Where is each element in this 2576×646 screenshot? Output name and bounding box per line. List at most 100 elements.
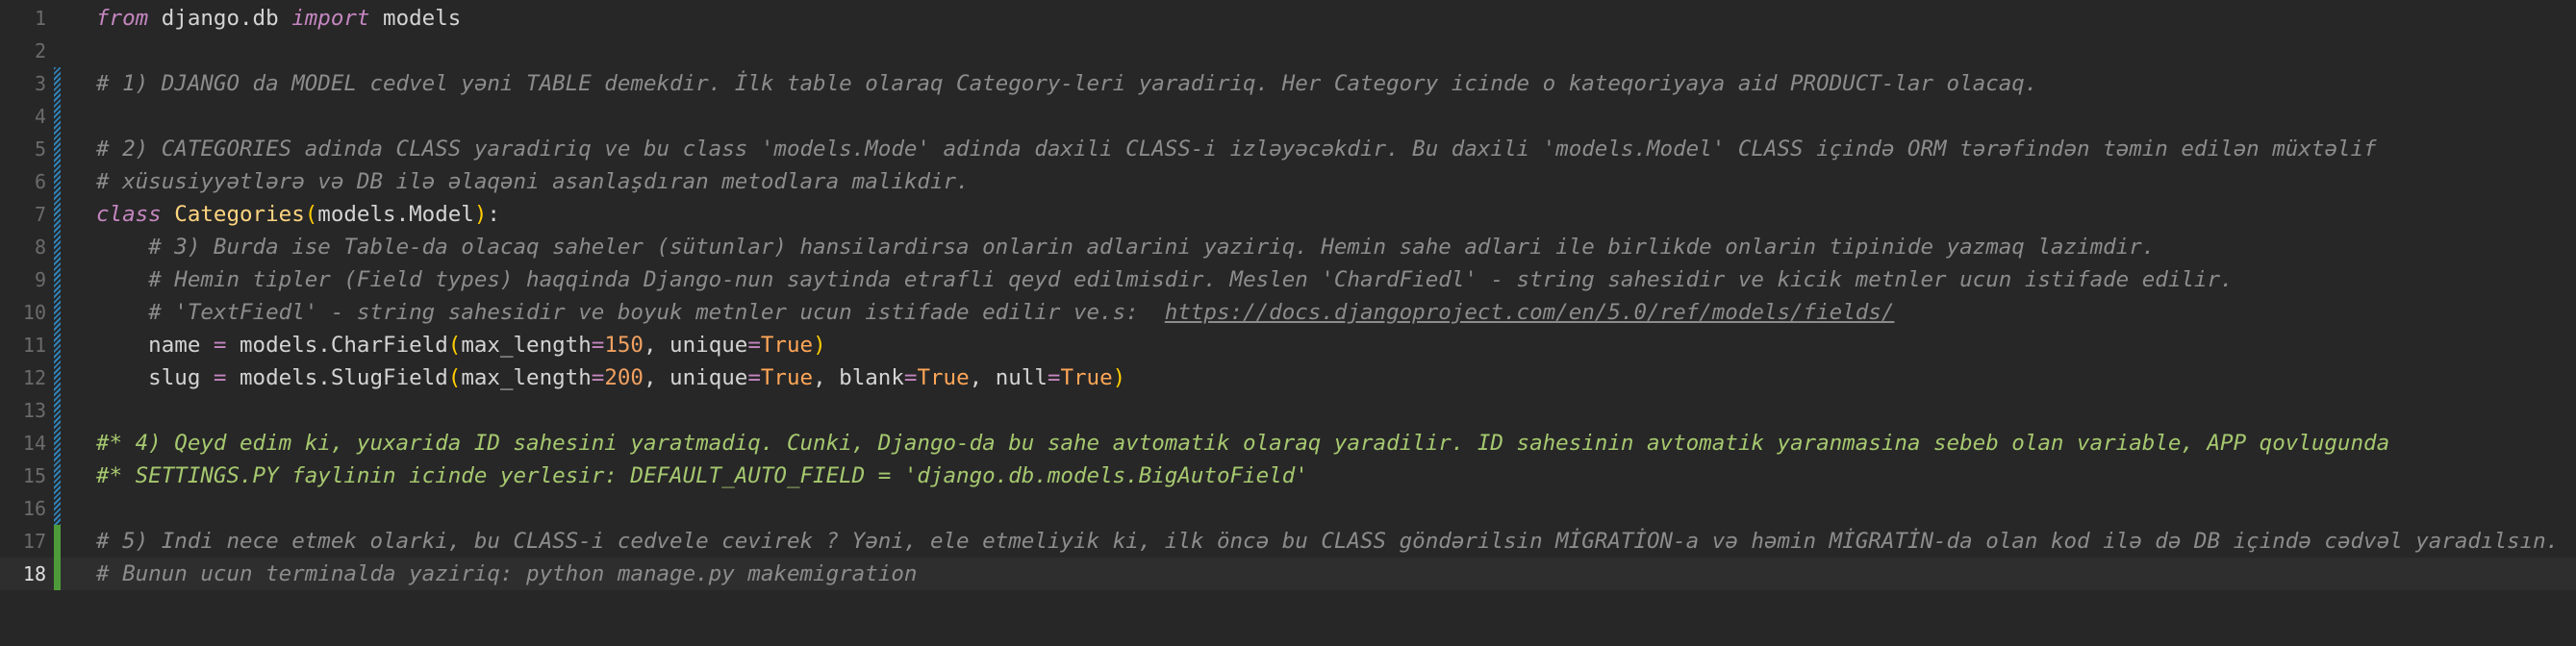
line-number: 8: [34, 236, 46, 259]
code-token: # 2) CATEGORIES adinda CLASS yaradiriq v…: [96, 137, 2377, 162]
code-token: models: [369, 6, 462, 31]
code-line[interactable]: 13: [0, 394, 2576, 427]
code-token: #* SETTINGS.PY faylinin icinde yerlesir:…: [96, 463, 1308, 488]
code-token: # 'TextFiedl' - string sahesidir ve boyu…: [148, 300, 1165, 325]
code-editor[interactable]: 1 from django.db import models 2 3 # 1) DJAN…: [0, 0, 2576, 646]
code-line[interactable]: 11 name = models.CharField(max_length=15…: [0, 329, 2576, 361]
code-line[interactable]: 1 from django.db import models: [0, 2, 2576, 35]
code-text[interactable]: # 5) Indi nece etmek olarki, bu CLASS-i …: [96, 525, 2559, 558]
code-line[interactable]: 17 # 5) Indi nece etmek olarki, bu CLASS-…: [0, 525, 2576, 558]
code-token: (: [447, 365, 462, 390]
git-modified-marker: [54, 329, 61, 361]
code-token: Categories: [174, 202, 305, 227]
code-text[interactable]: slug = models.SlugField(max_length=200, …: [96, 361, 1125, 394]
git-modified-marker: [54, 231, 61, 263]
line-number: 13: [22, 399, 46, 422]
line-number: 17: [22, 530, 46, 553]
line-number: 5: [34, 137, 46, 161]
code-line[interactable]: 9 # Hemin tipler (Field types) haqqinda …: [0, 263, 2576, 296]
code-token: # 1) DJANGO da MODEL cedvel yəni TABLE d…: [96, 71, 2038, 96]
code-token: =: [1047, 365, 1061, 390]
code-text[interactable]: from django.db import models: [96, 2, 461, 35]
code-text[interactable]: # Bunun ucun terminalda yaziriq: python …: [96, 558, 917, 590]
code-token: models.CharField: [226, 333, 448, 358]
line-number: 10: [22, 301, 46, 324]
code-line[interactable]: 4: [0, 100, 2576, 133]
code-token: # xüsusiyyətlərə və DB ilə əlaqəni asanl…: [96, 169, 970, 194]
code-line[interactable]: 6 # xüsusiyyətlərə və DB ilə əlaqəni asan…: [0, 165, 2576, 198]
code-text[interactable]: # 2) CATEGORIES adinda CLASS yaradiriq v…: [96, 133, 2377, 165]
code-token: django.db: [148, 6, 292, 31]
git-modified-marker: [54, 100, 61, 133]
line-number: 9: [34, 268, 46, 291]
code-token: 150: [604, 333, 644, 358]
code-text[interactable]: # 3) Burda ise Table-da olacaq saheler (…: [96, 231, 2155, 263]
code-text[interactable]: # Hemin tipler (Field types) haqqinda Dj…: [96, 263, 2234, 296]
line-number: 7: [34, 203, 46, 226]
code-token: class: [96, 202, 162, 227]
git-modified-marker: [54, 165, 61, 198]
code-text[interactable]: # xüsusiyyətlərə və DB ilə əlaqəni asanl…: [96, 165, 970, 198]
line-number: 18: [22, 562, 46, 585]
git-modified-marker: [54, 133, 61, 165]
code-line[interactable]: 7 class Categories(models.Model):: [0, 198, 2576, 231]
git-added-marker: [54, 558, 61, 590]
code-token: models.SlugField: [226, 365, 448, 390]
code-token: import: [291, 6, 370, 31]
code-line[interactable]: 15 #* SETTINGS.PY faylinin icinde yerlesi…: [0, 460, 2576, 492]
code-token: :: [487, 202, 500, 227]
code-token: (: [447, 333, 462, 358]
code-line[interactable]: 8 # 3) Burda ise Table-da olacaq saheler…: [0, 231, 2576, 263]
line-number: 15: [22, 464, 46, 487]
line-number: 14: [22, 432, 46, 455]
line-number: 3: [34, 72, 46, 95]
code-text[interactable]: class Categories(models.Model):: [96, 198, 500, 231]
code-line[interactable]: 16: [0, 492, 2576, 525]
code-text[interactable]: # 1) DJANGO da MODEL cedvel yəni TABLE d…: [96, 67, 2037, 100]
code-token: =: [903, 365, 918, 390]
git-modified-marker: [54, 394, 61, 427]
git-modified-marker: [54, 427, 61, 460]
line-number: 6: [34, 170, 46, 193]
code-token: =: [591, 333, 605, 358]
git-modified-marker: [54, 296, 61, 329]
code-token: , unique: [643, 365, 748, 390]
code-token: , blank: [813, 365, 904, 390]
code-text[interactable]: #* 4) Qeyd edim ki, yuxarida ID sahesini…: [96, 427, 2389, 460]
code-token: True: [760, 365, 814, 390]
code-token: =: [747, 333, 761, 358]
code-token: , unique: [643, 333, 748, 358]
code-text[interactable]: #* SETTINGS.PY faylinin icinde yerlesir:…: [96, 460, 1308, 492]
code-token: # Hemin tipler (Field types) haqqinda Dj…: [148, 267, 2234, 292]
code-line[interactable]: 2: [0, 35, 2576, 67]
code-text[interactable]: name = models.CharField(max_length=150, …: [96, 329, 825, 361]
line-number: 4: [34, 105, 46, 128]
code-token: , null: [969, 365, 1048, 390]
git-modified-marker: [54, 361, 61, 394]
code-token: ): [473, 202, 488, 227]
code-token: =: [591, 365, 605, 390]
code-line[interactable]: 3 # 1) DJANGO da MODEL cedvel yəni TABLE …: [0, 67, 2576, 100]
line-number: 1: [34, 7, 46, 30]
code-link[interactable]: https://docs.djangoproject.com/en/5.0/re…: [1165, 300, 1895, 325]
code-token: True: [760, 333, 814, 358]
code-token: ): [1112, 365, 1126, 390]
line-number: 12: [22, 366, 46, 389]
code-line[interactable]: 12 slug = models.SlugField(max_length=20…: [0, 361, 2576, 394]
git-modified-marker: [54, 198, 61, 231]
code-token: True: [1060, 365, 1113, 390]
code-line[interactable]: 5 # 2) CATEGORIES adinda CLASS yaradiriq …: [0, 133, 2576, 165]
code-token: =: [747, 365, 761, 390]
code-token: max_length: [461, 333, 592, 358]
git-modified-marker: [54, 460, 61, 492]
git-modified-marker: [54, 492, 61, 525]
code-token: 200: [604, 365, 644, 390]
code-line[interactable]: 14 #* 4) Qeyd edim ki, yuxarida ID sahesi…: [0, 427, 2576, 460]
code-line[interactable]: 18 # Bunun ucun terminalda yaziriq: pytho…: [0, 558, 2576, 590]
code-token: =: [213, 333, 227, 358]
code-line[interactable]: 10 # 'TextFiedl' - string sahesidir ve b…: [0, 296, 2576, 329]
code-text[interactable]: # 'TextFiedl' - string sahesidir ve boyu…: [96, 296, 1894, 329]
